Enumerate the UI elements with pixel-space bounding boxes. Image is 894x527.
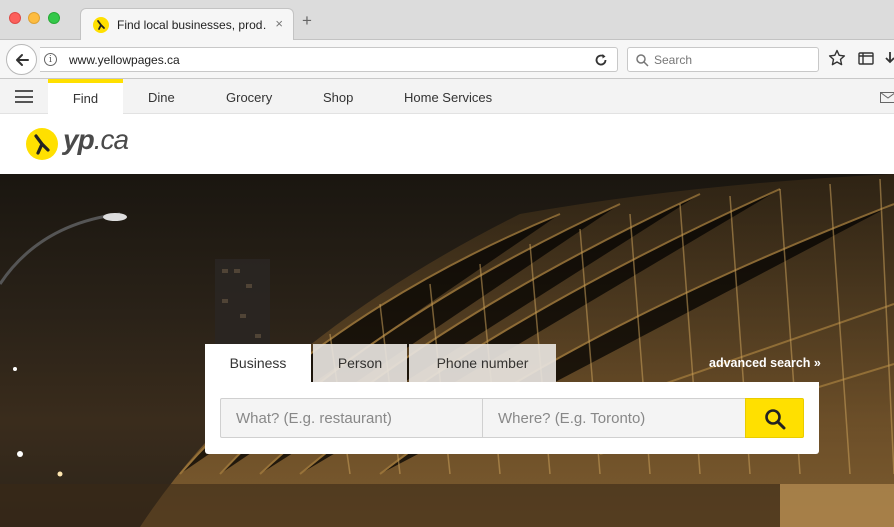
mail-icon[interactable] [880,92,894,103]
search-icon [636,54,649,67]
maximize-window-button[interactable] [48,12,60,24]
star-icon[interactable] [828,49,846,67]
download-icon[interactable] [884,51,894,66]
logo-brand-text: yp [63,124,95,155]
tab-business[interactable]: Business [205,344,311,384]
tab-person[interactable]: Person [313,344,407,382]
minimize-window-button[interactable] [28,12,40,24]
browser-search-placeholder: Search [654,53,693,67]
nav-item-find[interactable]: Find [48,79,123,114]
advanced-search-link[interactable]: advanced search » [709,356,821,370]
info-icon[interactable]: i [44,53,57,66]
close-window-button[interactable] [9,12,21,24]
library-icon[interactable] [858,51,874,66]
site-nav: Find Dine Grocery Shop Home Services [0,79,894,114]
url-text[interactable]: www.yellowpages.ca [69,53,180,67]
what-input[interactable]: What? (E.g. restaurant) [220,398,483,438]
browser-search-field[interactable]: Search [627,47,819,72]
url-bar[interactable]: i www.yellowpages.ca [40,47,618,72]
new-tab-button[interactable]: + [302,12,312,29]
hamburger-menu-icon[interactable] [15,90,33,103]
hero-banner: Business Person Phone number advanced se… [0,174,894,527]
yp-logo-icon[interactable] [25,127,59,161]
nav-item-home-services[interactable]: Home Services [404,79,492,114]
back-arrow-icon [16,54,29,66]
logo-bar: yp.ca [0,114,894,174]
logo-domain-text: .ca [93,124,129,155]
nav-item-shop[interactable]: Shop [323,79,353,114]
magnifier-icon [765,409,786,430]
yp-favicon-icon [93,17,109,33]
nav-item-dine[interactable]: Dine [148,79,175,114]
search-button[interactable] [745,398,804,438]
browser-tab-bar: Find local businesses, prod… × + [0,0,894,41]
back-button[interactable] [6,44,37,75]
reload-icon[interactable] [593,52,609,68]
browser-tab[interactable]: Find local businesses, prod… × [80,8,294,41]
tab-close-icon[interactable]: × [275,16,283,31]
tab-phone-number[interactable]: Phone number [409,344,556,382]
browser-toolbar: i www.yellowpages.ca Search [0,40,894,79]
where-input[interactable]: Where? (E.g. Toronto) [482,398,746,438]
tab-title: Find local businesses, prod… [117,18,267,32]
nav-item-grocery[interactable]: Grocery [226,79,272,114]
search-panel: What? (E.g. restaurant) Where? (E.g. Tor… [205,382,819,454]
logo-wordmark[interactable]: yp.ca [63,124,129,156]
